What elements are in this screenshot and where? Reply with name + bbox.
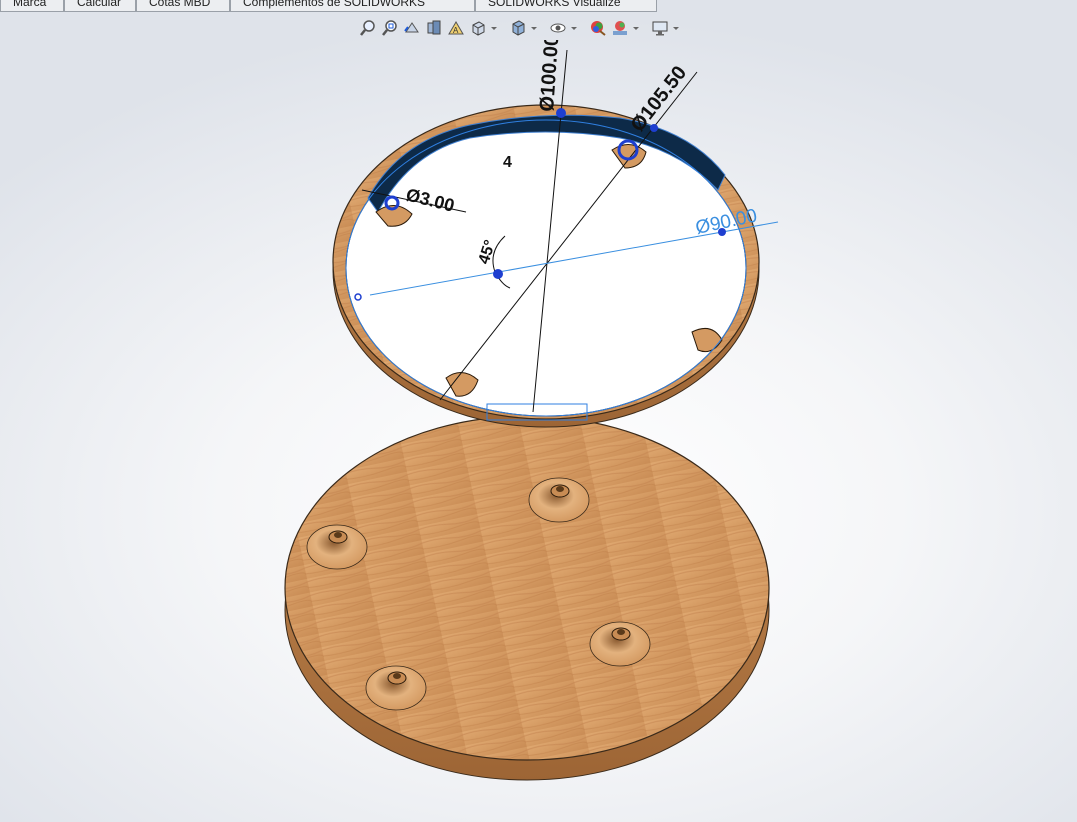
graphics-viewport[interactable]: Ø100.00 Ø105.50 Ø3.00 Ø90.00 45° 4 bbox=[0, 40, 1077, 822]
pattern-count[interactable]: 4 bbox=[503, 154, 512, 171]
tab-cotas-mbd[interactable]: Cotas MBD bbox=[136, 0, 230, 12]
dynamic-annotation-view-icon[interactable]: A bbox=[446, 17, 466, 39]
tab-marca[interactable]: Marca bbox=[0, 0, 64, 12]
dim-diameter-100[interactable]: Ø100.00 bbox=[536, 40, 563, 112]
sketch-point[interactable] bbox=[493, 269, 503, 279]
tab-solidworks-visualize[interactable]: SOLIDWORKS Visualize bbox=[475, 0, 657, 12]
base-dimple-1[interactable] bbox=[528, 477, 590, 523]
chevron-down-icon bbox=[633, 26, 639, 30]
heads-up-view-toolbar: A bbox=[358, 16, 680, 40]
apply-scene-dropdown[interactable] bbox=[632, 17, 640, 39]
display-style-dropdown[interactable] bbox=[530, 17, 538, 39]
edit-appearance-icon[interactable] bbox=[588, 17, 608, 39]
hide-show-items-icon[interactable] bbox=[548, 17, 568, 39]
view-settings-dropdown[interactable] bbox=[672, 17, 680, 39]
command-manager-tabs: Marca Calcular Cotas MBD Complementos de… bbox=[0, 0, 660, 12]
zoom-to-fit-icon[interactable] bbox=[358, 17, 378, 39]
view-orientation-dropdown[interactable] bbox=[490, 17, 498, 39]
view-settings-icon[interactable] bbox=[650, 17, 670, 39]
ring-part[interactable] bbox=[332, 104, 760, 428]
view-orientation-icon[interactable] bbox=[468, 17, 488, 39]
tab-calcular[interactable]: Calcular bbox=[64, 0, 136, 12]
chevron-down-icon bbox=[571, 26, 577, 30]
display-style-icon[interactable] bbox=[508, 17, 528, 39]
dim-diameter-105-50[interactable]: Ø105.50 bbox=[627, 62, 692, 136]
zoom-to-area-icon[interactable] bbox=[380, 17, 400, 39]
chevron-down-icon bbox=[531, 26, 537, 30]
tab-complementos[interactable]: Complementos de SOLIDWORKS bbox=[230, 0, 475, 12]
svg-text:A: A bbox=[453, 26, 459, 35]
base-plate[interactable] bbox=[284, 415, 770, 781]
base-dimple-4[interactable] bbox=[365, 665, 427, 711]
base-dimple-3[interactable] bbox=[589, 621, 651, 667]
hide-show-dropdown[interactable] bbox=[570, 17, 578, 39]
apply-scene-icon[interactable] bbox=[610, 17, 630, 39]
base-dimple-2[interactable] bbox=[306, 524, 368, 570]
chevron-down-icon bbox=[673, 26, 679, 30]
section-view-icon[interactable] bbox=[424, 17, 444, 39]
previous-view-icon[interactable] bbox=[402, 17, 422, 39]
chevron-down-icon bbox=[491, 26, 497, 30]
